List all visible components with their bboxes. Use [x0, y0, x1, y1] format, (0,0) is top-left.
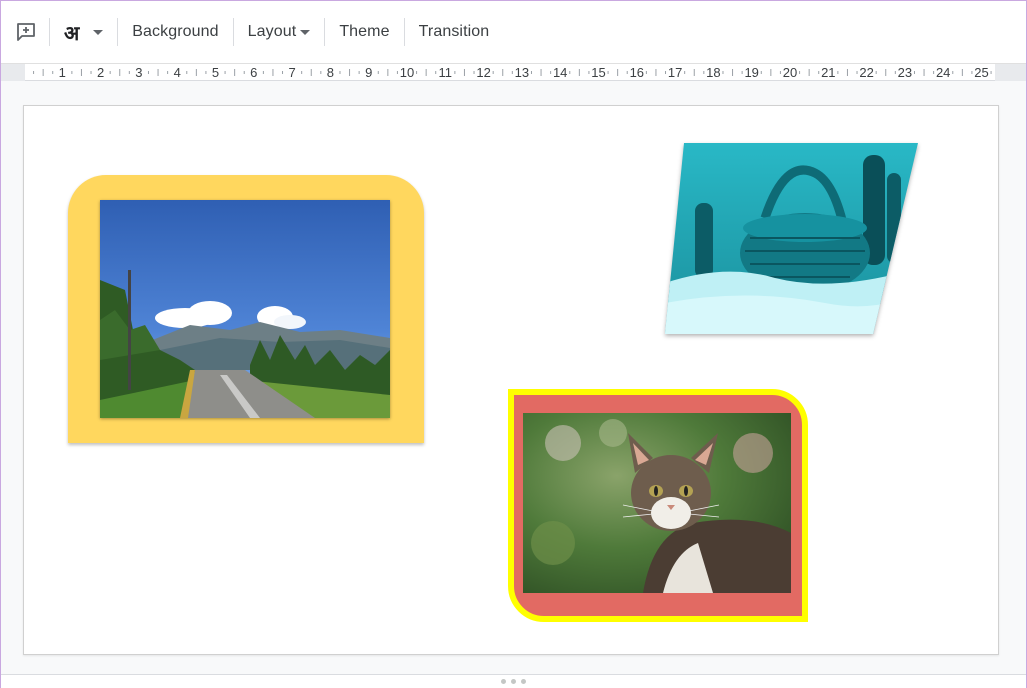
ruler-number: 14	[552, 65, 568, 80]
cat-image-frame[interactable]	[508, 389, 808, 622]
toolbar-divider	[117, 18, 119, 46]
ruler-number: 17	[667, 65, 683, 80]
ruler-number: 22	[859, 65, 874, 80]
comment-add-icon	[17, 23, 35, 41]
toolbar-divider	[324, 18, 326, 46]
ruler-number: 13	[514, 65, 530, 80]
ruler-number: 3	[135, 65, 143, 80]
ruler-number: 7	[288, 65, 296, 80]
ruler-number: 24	[935, 65, 951, 80]
ruler-number: 6	[250, 65, 258, 80]
new-comment-button[interactable]	[9, 15, 43, 49]
slide-canvas	[1, 82, 1026, 674]
input-tools-button[interactable]: अ	[56, 15, 111, 49]
ruler-number: 5	[211, 65, 220, 80]
slide[interactable]	[23, 105, 999, 655]
ruler-number: 10	[399, 65, 415, 80]
ruler-number: 1	[58, 65, 66, 80]
toolbar: अ Background Layout Theme Transition	[1, 1, 1026, 63]
input-tools-glyph: अ	[64, 20, 80, 45]
toolbar-divider	[232, 18, 234, 46]
basket-snow-photo[interactable]	[665, 143, 918, 334]
handle-dot	[521, 679, 526, 684]
handle-dot	[511, 679, 516, 684]
ruler-number: 25	[974, 65, 989, 80]
ruler-number: 12	[476, 65, 491, 80]
ruler-number: 11	[438, 65, 453, 80]
theme-button[interactable]: Theme	[331, 15, 397, 49]
toolbar-divider	[49, 18, 50, 46]
ruler-number: 18	[706, 65, 721, 80]
ruler-number: 23	[897, 65, 913, 80]
cat-photo[interactable]	[523, 413, 791, 593]
ruler-number: 16	[629, 65, 645, 80]
ruler-number: 9	[365, 65, 373, 80]
horizontal-ruler[interactable]: 1 2 3 4 5 6 7 8 9 10 11 12 13 14 15 16 17 18 19 20 21 22 23 24 2…	[1, 63, 1026, 81]
transition-button[interactable]: Transition	[411, 15, 498, 49]
ruler-number: 8	[326, 65, 335, 80]
ruler-number: 19	[744, 65, 759, 80]
layout-button[interactable]: Layout	[240, 15, 319, 49]
ruler-number: 20	[782, 65, 798, 80]
ruler-number: 15	[591, 65, 606, 80]
layout-label: Layout	[247, 23, 297, 40]
ruler-number: 4	[173, 65, 181, 80]
ruler-number: 21	[821, 65, 836, 80]
chevron-down-icon	[93, 29, 104, 35]
landscape-road-photo[interactable]	[100, 200, 390, 418]
toolbar-divider	[403, 18, 405, 46]
speaker-notes-resize-handle[interactable]	[1, 674, 1026, 688]
chevron-down-icon	[300, 29, 311, 35]
handle-dot	[501, 679, 506, 684]
background-button[interactable]: Background	[124, 15, 226, 49]
ruler-number: 2	[96, 65, 105, 80]
landscape-image-frame[interactable]	[68, 175, 424, 443]
